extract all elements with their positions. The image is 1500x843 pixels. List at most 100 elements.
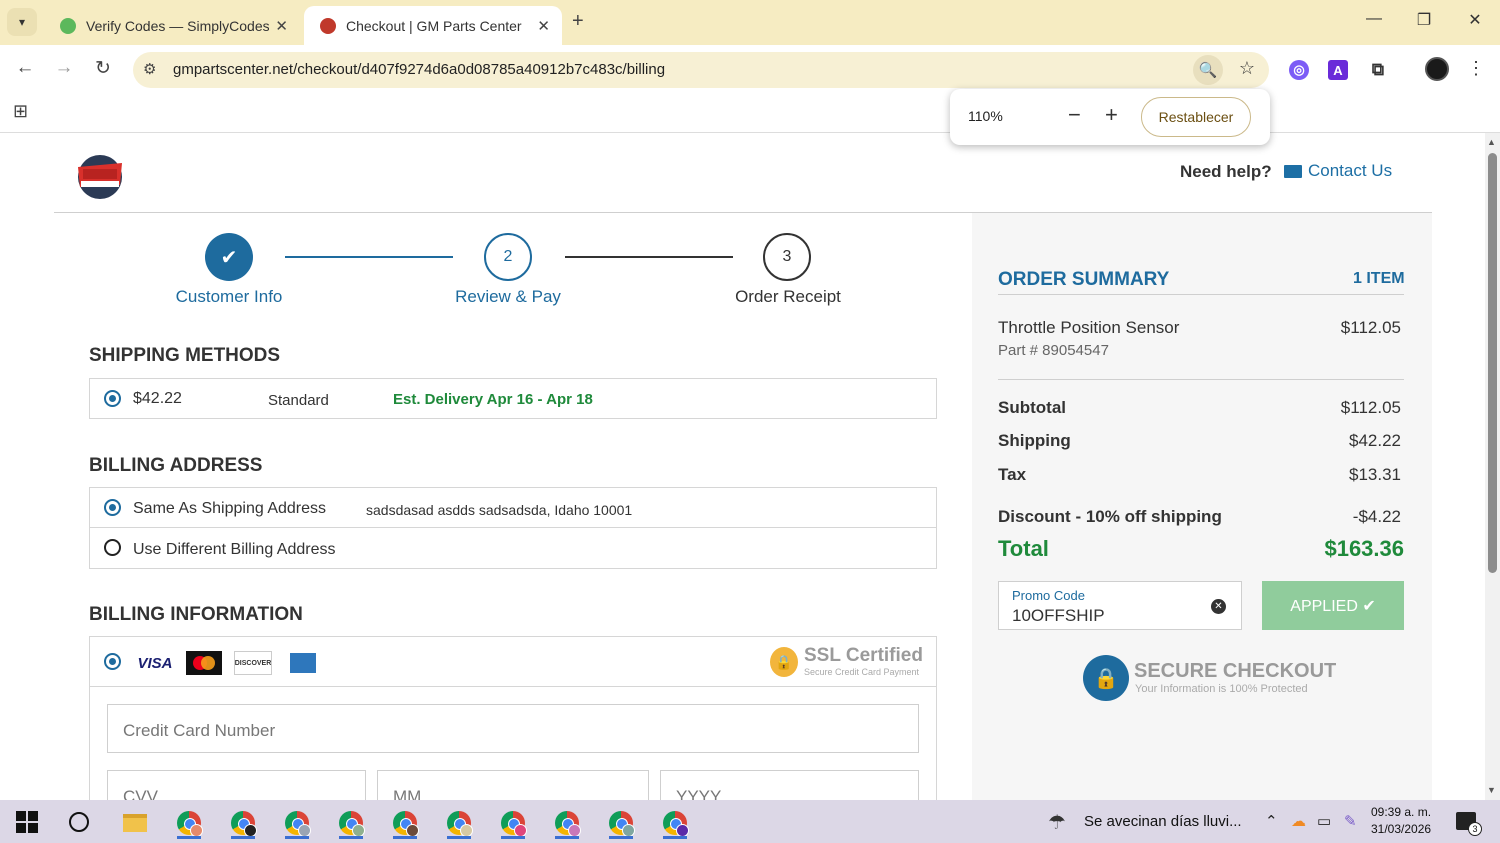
- network-icon[interactable]: ▭: [1317, 812, 1331, 830]
- scrollbar-thumb[interactable]: [1488, 153, 1497, 573]
- shipping-option[interactable]: $42.22 Standard Est. Delivery Apr 16 - A…: [89, 378, 937, 419]
- zoom-magnifier-icon[interactable]: 🔍: [1193, 55, 1223, 85]
- clock[interactable]: 09:39 a. m. 31/03/2026: [1371, 804, 1431, 838]
- chrome-profile-icon[interactable]: [335, 807, 367, 839]
- windows-start-icon[interactable]: [16, 811, 38, 833]
- different-address-radio[interactable]: [104, 539, 121, 556]
- zoom-in-plus-icon[interactable]: +: [1105, 102, 1118, 128]
- more-menu-icon[interactable]: ⋮: [1466, 58, 1486, 79]
- back-arrow-icon[interactable]: ←: [12, 57, 38, 79]
- mastercard-icon: [186, 651, 222, 675]
- chrome-profile-icon[interactable]: [497, 807, 529, 839]
- url-text[interactable]: gmpartscenter.net/checkout/d407f9274d6a0…: [173, 61, 665, 78]
- extensions-puzzle-icon[interactable]: ⧉: [1368, 60, 1388, 80]
- chrome-profile-icon[interactable]: [173, 807, 205, 839]
- tray-chevron-up-icon[interactable]: ⌃: [1265, 812, 1278, 830]
- address-bar[interactable]: ⚙ gmpartscenter.net/checkout/d407f9274d6…: [133, 52, 1269, 88]
- tab-search-button[interactable]: ▾: [7, 8, 37, 36]
- different-address-option[interactable]: Use Different Billing Address: [90, 528, 936, 569]
- chrome-profile-icon[interactable]: [281, 807, 313, 839]
- chrome-profile-icon[interactable]: [605, 807, 637, 839]
- same-address-radio[interactable]: [104, 499, 121, 516]
- shipping-address-text: sadsdasad asdds sadsadsda, Idaho 10001: [366, 502, 633, 518]
- secure-checkout-subtitle: Your Information is 100% Protected: [1135, 683, 1308, 695]
- site-logo[interactable]: [72, 151, 128, 199]
- extension-swirl-icon[interactable]: ◎: [1289, 60, 1309, 80]
- shipping-radio[interactable]: [104, 390, 121, 407]
- tab-simplycodes[interactable]: Verify Codes — SimplyCodes ✕: [44, 6, 300, 45]
- zoom-reset-button[interactable]: Restablecer: [1141, 97, 1251, 137]
- subtotal-value: $112.05: [1340, 398, 1401, 417]
- summary-divider: [998, 294, 1404, 295]
- cvv-field[interactable]: CVV: [107, 770, 366, 800]
- restore-icon[interactable]: ❐: [1409, 10, 1439, 30]
- clear-promo-icon[interactable]: ✕: [1211, 599, 1226, 614]
- step-connector: [565, 256, 733, 258]
- close-icon[interactable]: ✕: [275, 17, 288, 35]
- promo-code-label: Promo Code: [1012, 588, 1085, 603]
- scroll-up-icon[interactable]: ▲: [1487, 137, 1496, 147]
- mm-placeholder: MM: [393, 787, 422, 800]
- tax-value: $13.31: [1349, 465, 1401, 484]
- contact-us-link[interactable]: Contact Us: [1284, 161, 1392, 181]
- chrome-profile-icon[interactable]: [389, 807, 421, 839]
- envelope-icon: [1284, 164, 1302, 178]
- pen-icon[interactable]: ✎: [1344, 812, 1357, 830]
- card-number-field[interactable]: Credit Card Number: [107, 704, 919, 753]
- tax-label: Tax: [998, 465, 1027, 484]
- step-label-customer-info[interactable]: Customer Info: [176, 287, 283, 307]
- search-circle-icon[interactable]: [69, 812, 89, 832]
- item-name: Throttle Position Sensor: [998, 318, 1180, 337]
- order-summary-title: ORDER SUMMARY: [998, 269, 1170, 290]
- notifications-icon[interactable]: 3: [1456, 812, 1482, 836]
- lock-icon: 🔒: [1083, 655, 1129, 701]
- weather-text[interactable]: Se avecinan días lluvi...: [1084, 813, 1242, 830]
- line-item: Throttle Position Sensor $112.05: [998, 318, 1401, 338]
- simplycodes-favicon-icon: [60, 17, 76, 34]
- chrome-profile-icon[interactable]: [443, 807, 475, 839]
- close-icon[interactable]: ✕: [537, 17, 550, 35]
- extension-a-icon[interactable]: A: [1328, 60, 1348, 80]
- expiry-month-field[interactable]: MM: [377, 770, 649, 800]
- credit-card-radio[interactable]: [104, 653, 121, 670]
- zoom-popup: 110% − + Restablecer: [950, 89, 1270, 145]
- bookmark-star-icon[interactable]: ☆: [1239, 58, 1255, 79]
- chrome-profile-icon[interactable]: [551, 807, 583, 839]
- step-label-review-pay: Review & Pay: [455, 287, 561, 306]
- scroll-down-icon[interactable]: ▼: [1487, 785, 1496, 795]
- profile-avatar[interactable]: [1425, 57, 1449, 81]
- zoom-out-minus-icon[interactable]: −: [1068, 102, 1081, 128]
- applied-button[interactable]: APPLIED ✔: [1262, 581, 1404, 630]
- yyyy-placeholder: YYYY: [676, 787, 722, 800]
- ssl-certified-badge: 🔒 SSL Certified Secure Credit Card Payme…: [770, 644, 930, 680]
- tab-title: Verify Codes — SimplyCodes: [86, 17, 270, 34]
- total-label: Total: [998, 536, 1049, 561]
- chrome-profile-icon[interactable]: [227, 807, 259, 839]
- reload-icon[interactable]: ↻: [90, 57, 116, 80]
- site-info-icon[interactable]: ⚙: [143, 60, 156, 78]
- minimize-icon[interactable]: —: [1359, 10, 1389, 28]
- billing-information-title: BILLING INFORMATION: [89, 604, 303, 625]
- step-1-check-icon: ✔: [205, 233, 253, 281]
- file-explorer-icon[interactable]: [119, 807, 151, 839]
- onedrive-cloud-icon[interactable]: ☁: [1291, 812, 1306, 830]
- apps-grid-icon[interactable]: ⊞: [13, 101, 28, 122]
- summary-divider: [998, 379, 1404, 380]
- same-as-shipping-option[interactable]: Same As Shipping Address sadsdasad asdds…: [90, 488, 936, 528]
- chrome-profile-icon[interactable]: [659, 807, 691, 839]
- page-scrollbar[interactable]: ▲ ▼: [1485, 133, 1500, 800]
- window-close-icon[interactable]: ✕: [1460, 10, 1490, 30]
- weather-rain-icon[interactable]: ☂: [1048, 810, 1066, 835]
- shipping-value: $42.22: [1349, 431, 1401, 450]
- credit-card-option[interactable]: VISA DISCOVER 🔒 SSL Certified Secure Cre…: [90, 637, 936, 687]
- forward-arrow-icon[interactable]: →: [51, 57, 77, 79]
- expiry-year-field[interactable]: YYYY: [660, 770, 919, 800]
- new-tab-plus-icon[interactable]: +: [572, 10, 584, 33]
- promo-code-field[interactable]: Promo Code 10OFFSHIP ✕: [998, 581, 1242, 630]
- windows-taskbar: ☂ Se avecinan días lluvi... ⌃ ☁ ▭ ✎ 09:3…: [0, 800, 1500, 843]
- promo-code-value[interactable]: 10OFFSHIP: [1012, 606, 1105, 626]
- tab-gm-parts-center[interactable]: Checkout | GM Parts Center ✕: [304, 6, 562, 45]
- shipping-method: Standard: [268, 392, 329, 409]
- total-row: Total $163.36: [998, 536, 1404, 562]
- total-value: $163.36: [1324, 536, 1404, 561]
